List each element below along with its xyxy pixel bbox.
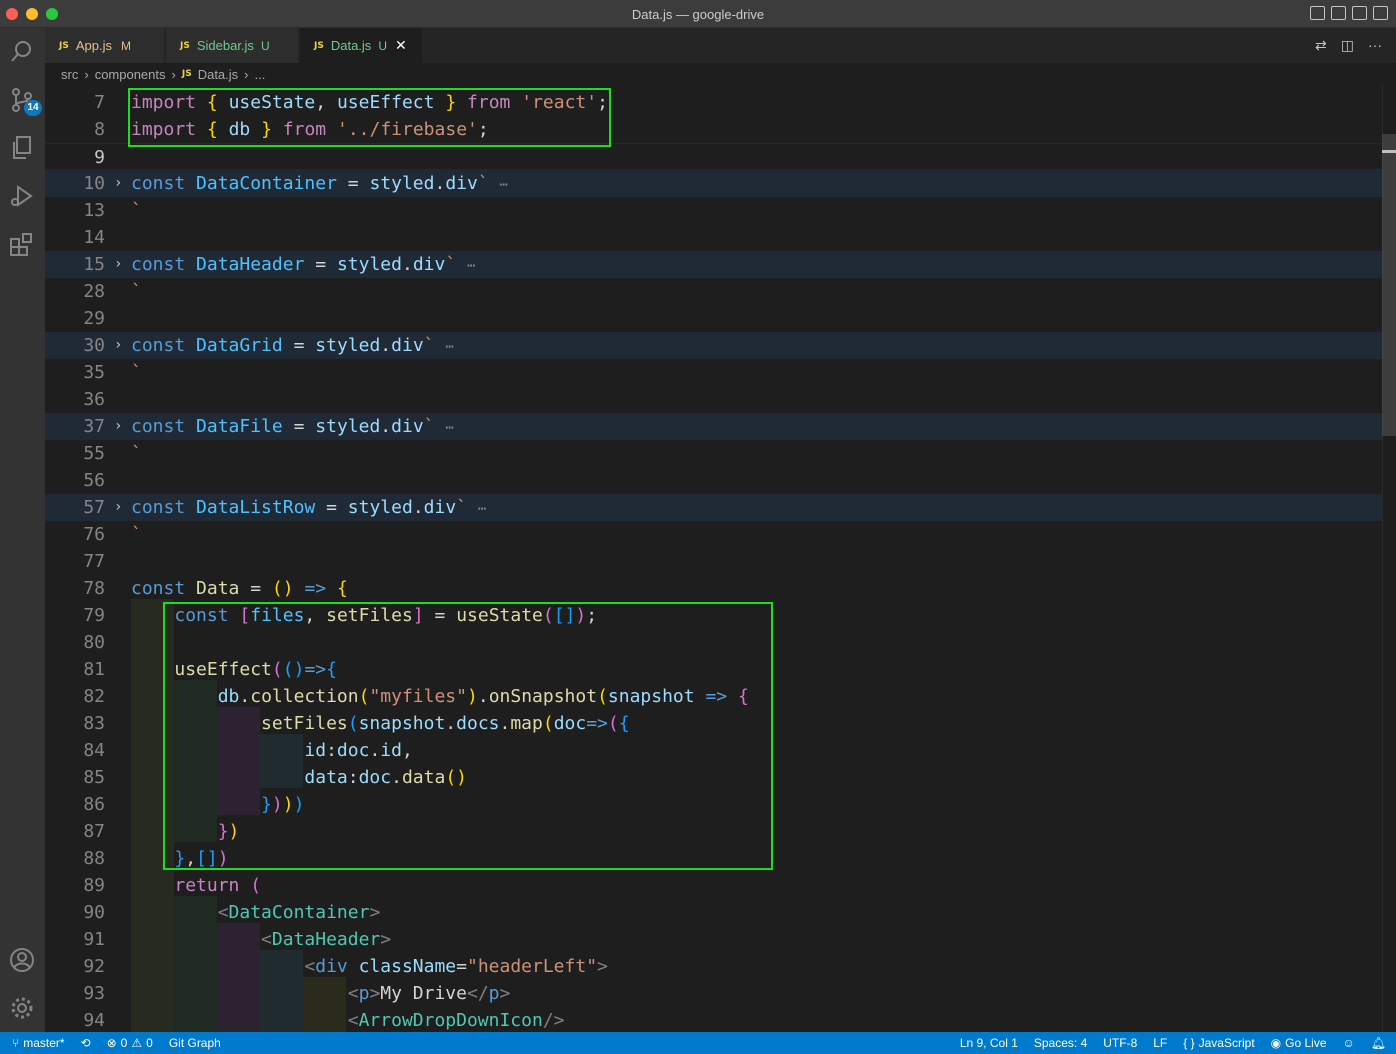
error-icon: ⊗ [106, 1036, 117, 1050]
language-mode[interactable]: { } JavaScript [1183, 1036, 1254, 1050]
javascript-file-icon: JS [59, 40, 69, 51]
fold-chevron-icon[interactable]: › [114, 413, 122, 440]
toggle-secondary-sidebar-icon[interactable] [1352, 6, 1367, 20]
indentation[interactable]: Spaces: 4 [1034, 1036, 1087, 1050]
toggle-panel-icon[interactable] [1331, 6, 1346, 20]
fold-chevron-icon[interactable]: › [114, 251, 122, 278]
code-line: 14 [83, 227, 105, 248]
cursor-position-marker [1382, 150, 1396, 153]
code-editor[interactable]: 7 import { useState, useEffect } from 're… [45, 86, 1396, 1032]
problems-indicator[interactable]: ⊗ 0 ⚠ 0 [107, 1036, 153, 1050]
braces-icon: { } [1183, 1036, 1195, 1050]
code-line: 29 [83, 308, 105, 329]
breadcrumb-src[interactable]: src [61, 67, 78, 82]
sync-icon[interactable]: ⟲ [81, 1036, 91, 1050]
highlight-box-hooks [163, 602, 773, 870]
breadcrumb: src › components › JS Data.js › ... [45, 63, 1396, 85]
activity-bar: 14 [0, 28, 45, 1032]
source-control-icon[interactable]: 14 [8, 86, 42, 116]
code-line: 28 ` [83, 281, 142, 302]
warning-icon: ⚠ [131, 1036, 143, 1050]
source-control-badge: 14 [24, 100, 42, 116]
highlight-box-imports [128, 88, 611, 147]
git-branch-icon: ⑂ [12, 1036, 20, 1050]
code-line-folded: 15 › const DataHeader = styled.div` ⋯ [45, 251, 1382, 278]
code-line: 13 ` [83, 200, 142, 221]
notifications-bell-icon[interactable]: 🔔︎ [1371, 1036, 1386, 1050]
tab-app-js[interactable]: JS App.js M [45, 28, 165, 63]
search-icon[interactable] [8, 38, 36, 66]
javascript-file-icon: JS [181, 69, 192, 79]
code-line: 36 [83, 389, 105, 410]
run-debug-icon[interactable] [8, 182, 36, 210]
code-line: 89 return ( [83, 875, 262, 896]
code-line: 93 <p>My Drive</p> [83, 983, 511, 1004]
go-live-button[interactable]: ◉ Go Live [1271, 1036, 1327, 1050]
code-line: 91 <DataHeader> [83, 929, 392, 950]
code-line: 77 [83, 551, 105, 572]
code-line: 76 ` [83, 524, 142, 545]
more-actions-icon[interactable]: ··· [1368, 37, 1382, 54]
code-line-folded: 30 › const DataGrid = styled.div` ⋯ [45, 332, 1382, 359]
fold-chevron-icon[interactable]: › [114, 332, 122, 359]
end-of-line[interactable]: LF [1153, 1036, 1167, 1050]
code-line-folded: 57 › const DataListRow = styled.div` ⋯ [45, 494, 1382, 521]
javascript-file-icon: JS [314, 40, 324, 51]
code-line: 94 <ArrowDropDownIcon/> [83, 1010, 565, 1031]
code-line: 90 <DataContainer> [83, 902, 381, 923]
tab-data-js[interactable]: JS Data.js U ✕ [300, 28, 422, 63]
code-line-current: 9 [45, 143, 1382, 170]
breadcrumb-file[interactable]: Data.js [198, 67, 238, 82]
title-bar: Data.js — google-drive [0, 0, 1396, 28]
extensions-icon[interactable] [8, 230, 36, 258]
toggle-sidebar-icon[interactable] [1310, 6, 1325, 20]
settings-gear-icon[interactable] [8, 994, 36, 1022]
code-line: 92 <div className="headerLeft"> [83, 956, 608, 977]
chevron-right-icon: › [84, 66, 89, 82]
scrollbar-thumb[interactable] [1382, 134, 1396, 436]
explorer-icon[interactable] [8, 134, 36, 162]
branch-indicator[interactable]: ⑂ master* [12, 1036, 65, 1050]
fold-chevron-icon[interactable]: › [114, 494, 122, 521]
feedback-icon[interactable]: ☺ [1343, 1036, 1355, 1050]
chevron-right-icon: › [244, 66, 249, 82]
split-editor-icon[interactable]: ◫ [1341, 37, 1354, 54]
tab-sidebar-js[interactable]: JS Sidebar.js U [166, 28, 299, 63]
code-line: 55 ` [83, 443, 142, 464]
code-line-folded: 10 › const DataContainer = styled.div` ⋯ [45, 170, 1382, 197]
javascript-file-icon: JS [180, 40, 190, 51]
breadcrumb-symbol[interactable]: ... [255, 67, 266, 82]
code-line: 35 ` [83, 362, 142, 383]
code-line: 56 [83, 470, 105, 491]
code-line-folded: 37 › const DataFile = styled.div` ⋯ [45, 413, 1382, 440]
breadcrumb-components[interactable]: components [95, 67, 166, 82]
encoding[interactable]: UTF-8 [1103, 1036, 1137, 1050]
open-changes-icon[interactable]: ⇄ [1315, 37, 1327, 54]
customize-layout-icon[interactable] [1373, 6, 1388, 20]
fold-chevron-icon[interactable]: › [114, 170, 122, 197]
cursor-position[interactable]: Ln 9, Col 1 [960, 1036, 1018, 1050]
broadcast-icon: ◉ [1270, 1036, 1282, 1050]
git-graph-button[interactable]: Git Graph [169, 1036, 221, 1050]
status-bar: ⑂ master* ⟲ ⊗ 0 ⚠ 0 Git Graph Ln 9, Col 1 Sp… [0, 1032, 1396, 1054]
accounts-icon[interactable] [8, 946, 36, 974]
close-tab-icon[interactable]: ✕ [395, 37, 407, 54]
editor-tab-bar: JS App.js M JS Sidebar.js U JS Data.js U… [45, 28, 1396, 63]
chevron-right-icon: › [171, 66, 176, 82]
code-line: 78 const Data = () => { [83, 578, 348, 599]
window-title: Data.js — google-drive [631, 7, 765, 22]
